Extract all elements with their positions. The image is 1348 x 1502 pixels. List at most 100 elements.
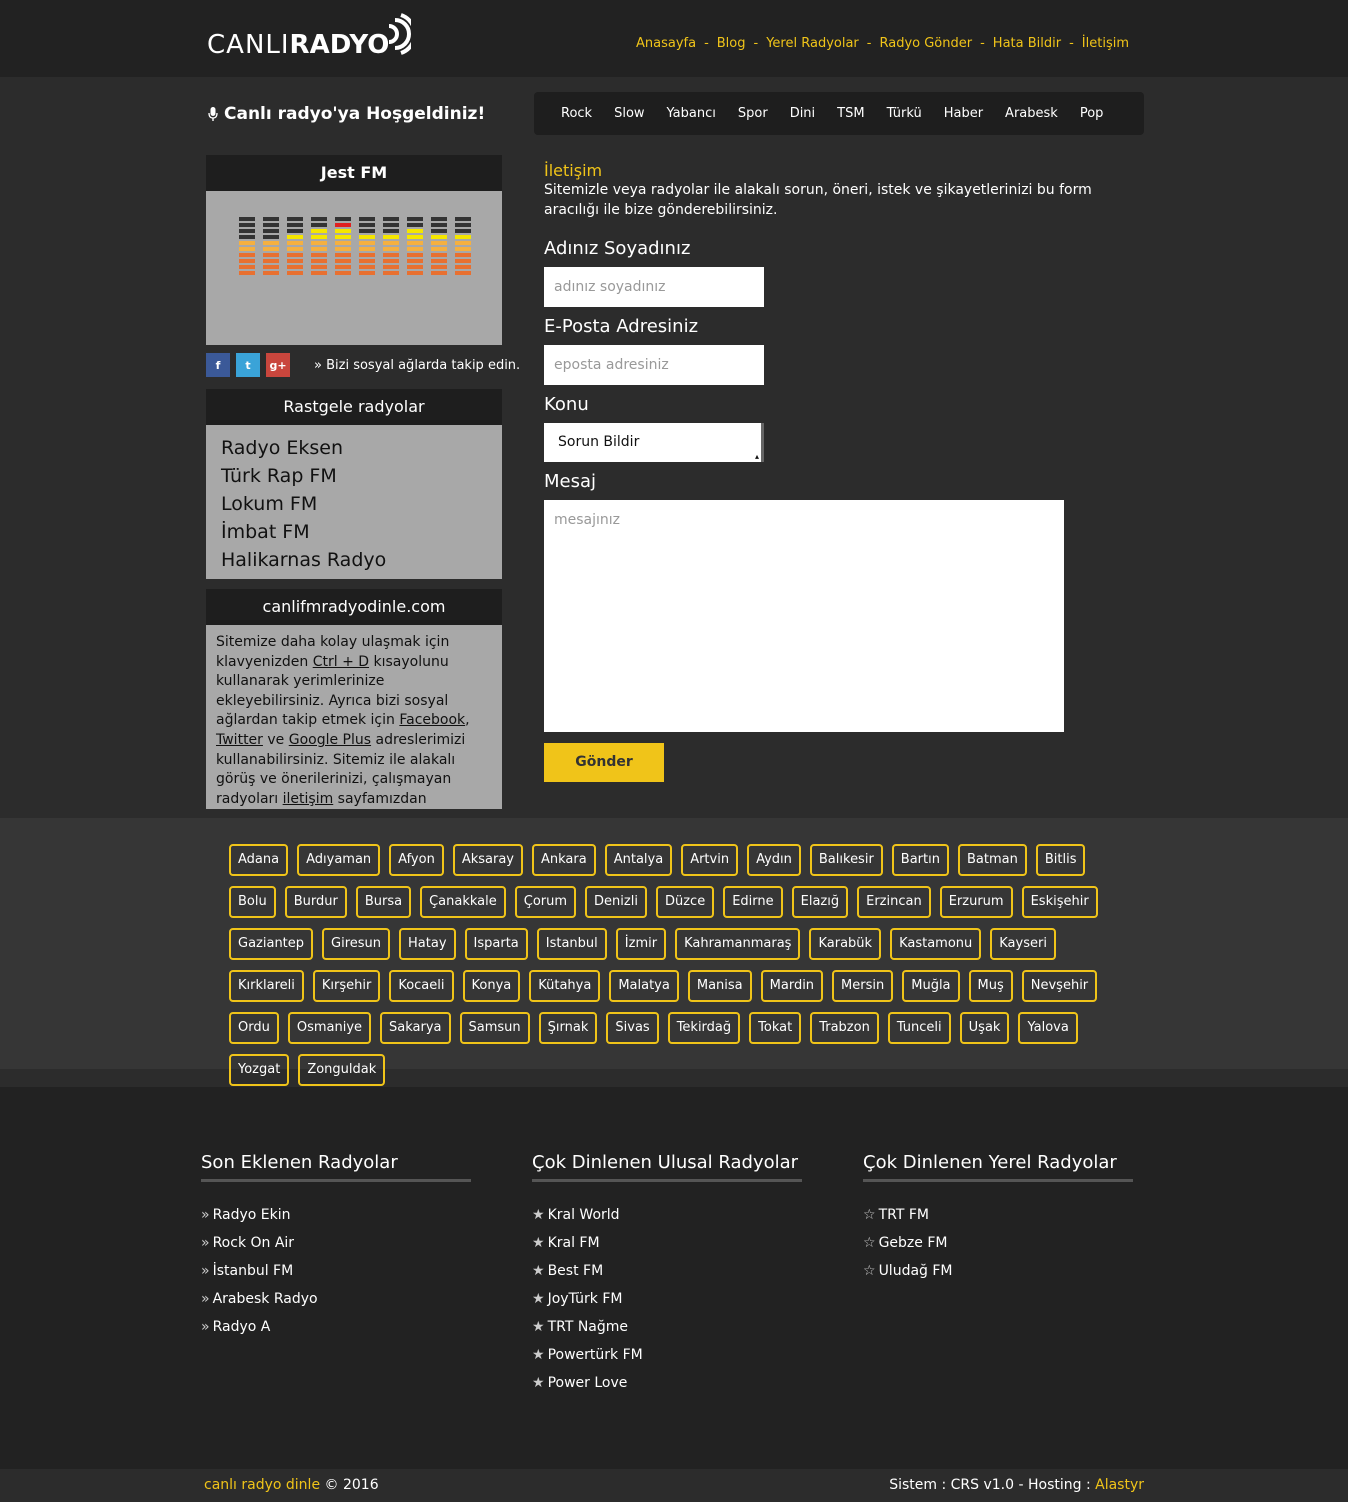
city-button[interactable]: Mersin (832, 970, 894, 1002)
footer-radio-item[interactable]: » Arabesk Radyo (201, 1285, 471, 1313)
site-logo[interactable]: CANLI RADYO (207, 12, 412, 58)
city-button[interactable]: Denizli (585, 886, 647, 918)
footer-radio-item[interactable]: » Radyo Ekin (201, 1201, 471, 1229)
genre-spor[interactable]: Spor (738, 106, 768, 121)
genre-slow[interactable]: Slow (614, 106, 644, 121)
footer-radio-item[interactable]: » Radyo A (201, 1313, 471, 1341)
city-button[interactable]: Tunceli (887, 1012, 951, 1044)
genre-yabanci[interactable]: Yabancı (667, 106, 716, 121)
google-plus-link[interactable]: Google Plus (289, 732, 371, 748)
genre-tsm[interactable]: TSM (837, 106, 864, 121)
site-home-link[interactable]: canlı radyo dinle (204, 1477, 320, 1493)
genre-pop[interactable]: Pop (1080, 106, 1104, 121)
city-button[interactable]: Sakarya (380, 1012, 451, 1044)
twitter-icon[interactable]: t (236, 353, 260, 377)
footer-radio-item[interactable]: » Rock On Air (201, 1229, 471, 1257)
city-button[interactable]: Edirne (723, 886, 783, 918)
city-button[interactable]: Tekirdağ (667, 1012, 741, 1044)
city-button[interactable]: Bartın (891, 844, 949, 876)
city-button[interactable]: Erzurum (939, 886, 1013, 918)
city-button[interactable]: Afyon (389, 844, 444, 876)
city-button[interactable]: Burdur (284, 886, 347, 918)
genre-haber[interactable]: Haber (944, 106, 983, 121)
genre-arabesk[interactable]: Arabesk (1005, 106, 1058, 121)
nav-iletisim[interactable]: İletişim (1082, 36, 1129, 51)
city-button[interactable]: Hatay (399, 928, 456, 960)
subject-select[interactable]: Sorun Bildir ▴ (544, 423, 764, 462)
city-button[interactable]: Artvin (681, 844, 739, 876)
city-button[interactable]: Düzce (655, 886, 715, 918)
city-button[interactable]: Konya (462, 970, 521, 1002)
random-radio-link[interactable]: İmbat FM (221, 518, 487, 546)
twitter-link[interactable]: Twitter (216, 732, 263, 748)
city-button[interactable]: Sivas (606, 1012, 659, 1044)
city-button[interactable]: Muş (968, 970, 1013, 1002)
footer-radio-item[interactable]: ☆ Gebze FM (863, 1229, 1133, 1257)
name-input[interactable] (544, 267, 764, 307)
footer-radio-item[interactable]: ☆ TRT FM (863, 1201, 1133, 1229)
nav-yerel-radyolar[interactable]: Yerel Radyolar (766, 36, 859, 51)
footer-radio-item[interactable]: ★ Power Love (532, 1369, 802, 1397)
city-button[interactable]: Nevşehir (1021, 970, 1098, 1002)
city-button[interactable]: Yalova (1018, 1012, 1078, 1044)
random-radio-link[interactable]: Lokum FM (221, 490, 487, 518)
nav-anasayfa[interactable]: Anasayfa (636, 36, 696, 51)
city-button[interactable]: Samsun (459, 1012, 530, 1044)
footer-radio-item[interactable]: ★ TRT Nağme (532, 1313, 802, 1341)
city-button[interactable]: Manisa (687, 970, 752, 1002)
city-button[interactable]: Ankara (532, 844, 596, 876)
footer-radio-item[interactable]: ☆ Uludağ FM (863, 1257, 1133, 1285)
random-radio-link[interactable]: Türk Rap FM (221, 462, 487, 490)
genre-rock[interactable]: Rock (561, 106, 592, 121)
hosting-link[interactable]: Alastyr (1095, 1477, 1144, 1493)
city-button[interactable]: Kastamonu (890, 928, 982, 960)
city-button[interactable]: Erzincan (857, 886, 931, 918)
random-radio-link[interactable]: Radyo Eksen (221, 434, 487, 462)
genre-turku[interactable]: Türkü (887, 106, 922, 121)
city-button[interactable]: Aksaray (452, 844, 523, 876)
nav-blog[interactable]: Blog (717, 36, 746, 51)
city-button[interactable]: Kırklareli (229, 970, 304, 1002)
city-button[interactable]: Kırşehir (312, 970, 381, 1002)
submit-button[interactable]: Gönder (544, 743, 664, 782)
genre-dini[interactable]: Dini (790, 106, 815, 121)
footer-radio-item[interactable]: ★ Best FM (532, 1257, 802, 1285)
city-button[interactable]: Aydın (747, 844, 801, 876)
nav-radyo-gonder[interactable]: Radyo Gönder (879, 36, 972, 51)
city-button[interactable]: Bitlis (1035, 844, 1086, 876)
city-button[interactable]: Antalya (604, 844, 673, 876)
city-button[interactable]: Şırnak (538, 1012, 598, 1044)
city-button[interactable]: Kayseri (990, 928, 1056, 960)
city-button[interactable]: Istanbul (536, 928, 607, 960)
city-button[interactable]: Adıyaman (297, 844, 381, 876)
city-button[interactable]: Balıkesir (809, 844, 883, 876)
message-textarea[interactable] (544, 500, 1064, 732)
city-button[interactable]: Uşak (959, 1012, 1010, 1044)
city-button[interactable]: Adana (229, 844, 289, 876)
city-button[interactable]: Yozgat (229, 1054, 290, 1086)
city-button[interactable]: İzmir (615, 928, 667, 960)
city-button[interactable]: Osmaniye (287, 1012, 372, 1044)
contact-link[interactable]: iletişim (283, 791, 334, 807)
footer-radio-item[interactable]: » İstanbul FM (201, 1257, 471, 1285)
footer-radio-item[interactable]: ★ JoyTürk FM (532, 1285, 802, 1313)
city-button[interactable]: Kocaeli (389, 970, 454, 1002)
city-button[interactable]: Ordu (229, 1012, 279, 1044)
email-input[interactable] (544, 345, 764, 385)
nav-hata-bildir[interactable]: Hata Bildir (993, 36, 1061, 51)
city-button[interactable]: Zonguldak (298, 1054, 386, 1086)
city-button[interactable]: Batman (957, 844, 1027, 876)
city-button[interactable]: Malatya (609, 970, 679, 1002)
footer-radio-item[interactable]: ★ Powertürk FM (532, 1341, 802, 1369)
city-button[interactable]: Çanakkale (420, 886, 506, 918)
city-button[interactable]: Giresun (322, 928, 391, 960)
city-button[interactable]: Bolu (229, 886, 276, 918)
random-radio-link[interactable]: Halikarnas Radyo (221, 546, 487, 574)
city-button[interactable]: Isparta (464, 928, 528, 960)
google-plus-icon[interactable]: g+ (266, 353, 290, 377)
city-button[interactable]: Muğla (902, 970, 960, 1002)
footer-radio-item[interactable]: ★ Kral FM (532, 1229, 802, 1257)
facebook-link[interactable]: Facebook (399, 712, 465, 728)
city-button[interactable]: Tokat (749, 1012, 802, 1044)
city-button[interactable]: Kahramanmaraş (675, 928, 801, 960)
